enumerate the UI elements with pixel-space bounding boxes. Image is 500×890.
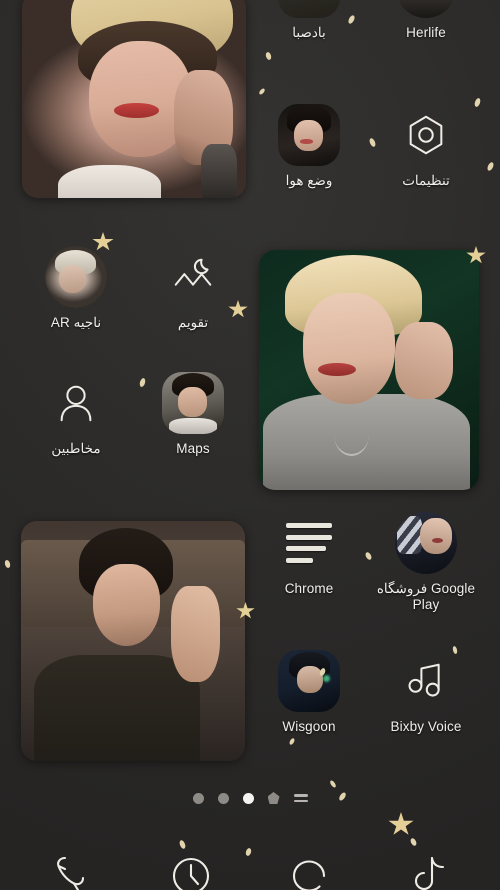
calendar-mountain-moon-icon [170, 254, 216, 300]
app-label: مخاطبین [51, 441, 101, 456]
dock-item-messages[interactable] [273, 840, 345, 890]
app-label: Maps [176, 441, 210, 456]
music-note-icon [403, 658, 449, 704]
dock-item-tiktok[interactable] [391, 840, 463, 890]
app-label: Herlife [406, 25, 446, 40]
photo-widget-image [259, 250, 479, 490]
app-contacts[interactable]: مخاطبین [21, 372, 131, 457]
photo-icon-najie [45, 246, 107, 308]
photo-widget-top-left[interactable] [22, 0, 246, 198]
app-weather[interactable]: وضع هوا [254, 104, 364, 189]
photo-icon-maps [162, 372, 224, 434]
photo-icon-play-store [395, 512, 457, 574]
dock-item-clock[interactable] [155, 840, 227, 890]
dock [0, 840, 500, 890]
app-label: تنظیمات [402, 173, 450, 188]
app-label: بادصبا [292, 25, 326, 40]
contacts-person-icon [53, 380, 99, 426]
music-note-tiktok-icon [403, 850, 451, 890]
app-calendar[interactable]: تقویم [138, 246, 248, 331]
app-list-pip[interactable] [293, 793, 308, 803]
app-settings[interactable]: تنظیمات [371, 104, 481, 189]
app-google-play-store[interactable]: فروشگاه Google Play [371, 512, 481, 613]
photo-icon-cut [278, 0, 340, 18]
app-label: Chrome [284, 581, 334, 596]
home-screen: بادصبا Herlife وضع هوا تنظیمات ناجیه AR … [0, 0, 500, 890]
app-herlife[interactable]: Herlife [371, 0, 481, 41]
app-label: تقویم [177, 315, 209, 330]
photo-icon-weather [278, 104, 340, 166]
app-label: ناجیه AR [50, 315, 102, 330]
page-dot-1[interactable] [192, 792, 204, 804]
app-badsaba[interactable]: بادصبا [254, 0, 364, 41]
photo-icon-wisgoon [278, 650, 340, 712]
app-bixby-voice[interactable]: Bixby Voice [371, 650, 481, 735]
clock-icon [167, 850, 215, 890]
page-dot-2[interactable] [217, 792, 229, 804]
photo-widget-middle-right[interactable] [259, 250, 479, 490]
phone-handset-icon [49, 850, 97, 890]
photo-widget-image [22, 0, 246, 198]
app-najie-ar[interactable]: ناجیه AR [21, 246, 131, 331]
dock-item-phone[interactable] [37, 840, 109, 890]
app-label: وضع هوا [285, 173, 333, 188]
page-indicator[interactable] [0, 792, 500, 804]
photo-widget-image [21, 521, 245, 761]
app-wisgoon[interactable]: Wisgoon [254, 650, 364, 735]
chrome-bars-icon [286, 523, 332, 563]
app-label: Bixby Voice [390, 719, 462, 734]
photo-widget-bottom-left[interactable] [21, 521, 245, 761]
chat-bubble-icon [285, 850, 333, 890]
app-label: Wisgoon [282, 719, 336, 734]
photo-icon-herlife [395, 0, 457, 18]
settings-hexagon-icon [403, 112, 449, 158]
app-chrome[interactable]: Chrome [254, 512, 364, 597]
page-dot-3-active[interactable] [242, 792, 254, 804]
app-label: فروشگاه Google Play [376, 581, 476, 612]
app-maps[interactable]: Maps [138, 372, 248, 457]
home-page-pip[interactable] [267, 792, 280, 804]
